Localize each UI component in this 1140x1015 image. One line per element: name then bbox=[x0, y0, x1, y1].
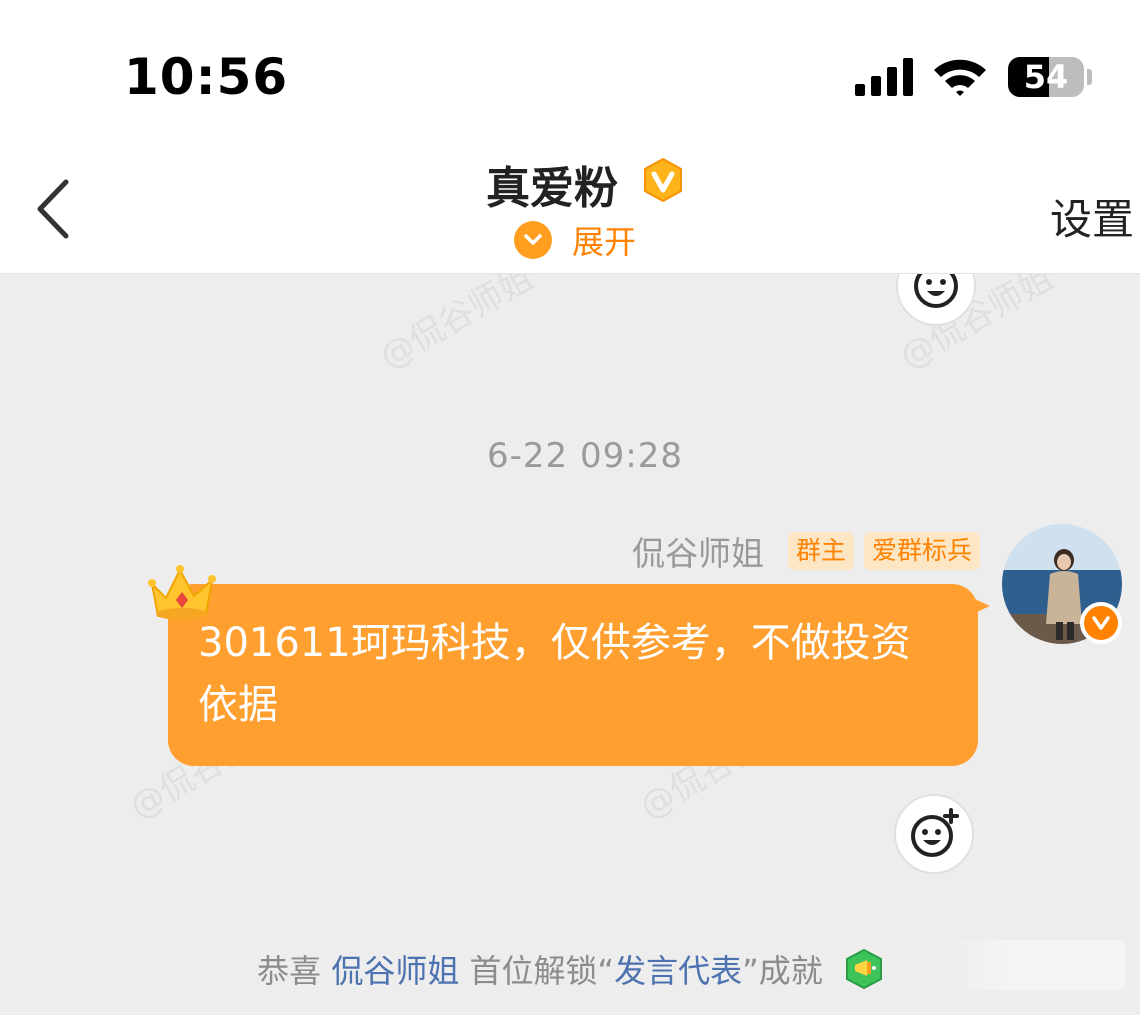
emoji-reaction-icon bbox=[911, 808, 959, 857]
verified-badge-icon bbox=[644, 158, 682, 202]
notice-user-link[interactable]: 侃谷师姐 bbox=[331, 952, 459, 990]
notice-suffix: 成就 bbox=[758, 952, 823, 990]
message-timestamp: 6-22 09:28 bbox=[487, 436, 683, 476]
member-title-tag: 爱群标兵 bbox=[863, 532, 980, 570]
expand-label: 展开 bbox=[572, 223, 637, 261]
back-arrow-icon bbox=[37, 179, 69, 239]
back-button[interactable] bbox=[30, 176, 80, 242]
settings-button[interactable]: 设置 bbox=[1050, 186, 1134, 247]
notice-prefix: 恭喜 bbox=[257, 952, 322, 990]
notice-quote-open: “ bbox=[597, 952, 615, 990]
group-title: 真爱粉 bbox=[486, 163, 618, 214]
battery-level: 54 bbox=[1023, 58, 1069, 96]
trophy-icon bbox=[845, 949, 882, 989]
signal-icon bbox=[855, 58, 913, 96]
wifi-icon bbox=[934, 59, 986, 96]
message-bubble[interactable]: 301611珂玛科技，仅供参考，不做投资依据 bbox=[168, 584, 978, 766]
expand-button[interactable]: 展开 bbox=[514, 220, 637, 261]
notice-middle: 首位解锁 bbox=[469, 952, 598, 990]
notice-quote-close: ” bbox=[742, 952, 759, 990]
status-bar: 10:56 54 bbox=[0, 0, 1140, 140]
sender-name[interactable]: 侃谷师姐 bbox=[632, 527, 764, 575]
notice-achievement-link[interactable]: 发言代表 bbox=[614, 952, 742, 990]
crown-icon bbox=[148, 565, 216, 620]
sender-row: 侃谷师姐 群主 爱群标兵 bbox=[632, 527, 980, 575]
notice-fade bbox=[946, 940, 1126, 990]
battery-icon: 54 bbox=[1008, 57, 1084, 97]
emoji-reaction-button[interactable] bbox=[894, 794, 974, 874]
header-overlay: 真爱粉 展开 设置 bbox=[0, 140, 1140, 273]
chevron-down-icon bbox=[514, 221, 552, 259]
owner-tag: 群主 bbox=[787, 532, 854, 570]
status-time: 10:56 bbox=[124, 48, 289, 106]
avatar-verified-icon bbox=[1080, 602, 1122, 644]
battery-tip bbox=[1087, 69, 1092, 85]
